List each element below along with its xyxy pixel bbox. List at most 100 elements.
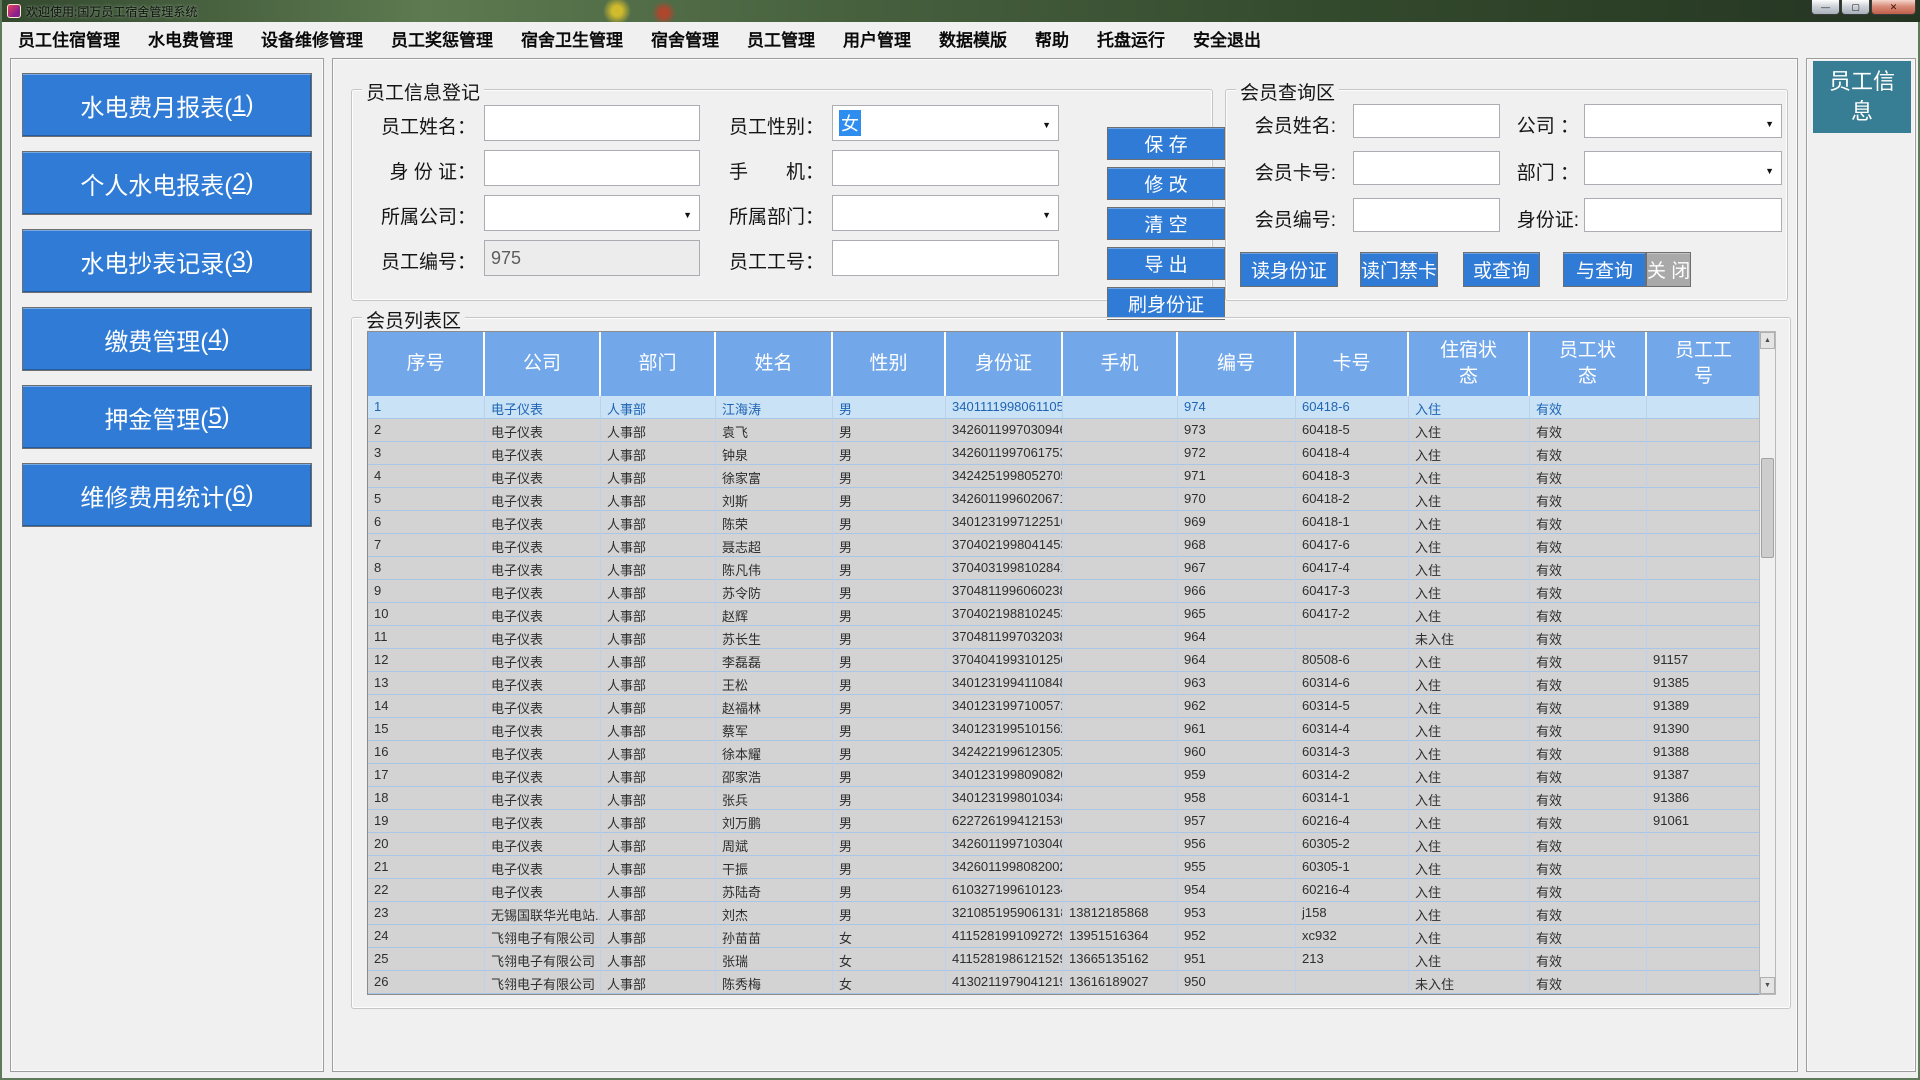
query-dept-combo[interactable]: ▼ xyxy=(1584,151,1782,185)
chevron-down-icon[interactable]: ▼ xyxy=(1765,166,1774,176)
window-title: 欢迎使用:国万员工宿舍管理系统 xyxy=(26,3,197,20)
query-action-button[interactable]: 或查询 xyxy=(1463,252,1540,287)
table-row[interactable]: 1 电子仪表 人事部 江海涛 男 3401111998061105... 974… xyxy=(368,396,1775,419)
column-header-company[interactable]: 公司 xyxy=(485,332,601,396)
menu-item[interactable]: 员工管理 xyxy=(733,24,829,52)
menu-item[interactable]: 用户管理 xyxy=(829,24,925,52)
table-row[interactable]: 9 电子仪表 人事部 苏令防 男 3704811996060238... 966… xyxy=(368,580,1775,603)
table-row[interactable]: 17 电子仪表 人事部 邵家浩 男 3401231998090820... 95… xyxy=(368,764,1775,787)
column-header-dept[interactable]: 部门 xyxy=(601,332,716,396)
form-action-button[interactable]: 导 出 xyxy=(1107,247,1225,280)
form-action-button[interactable]: 清 空 xyxy=(1107,207,1225,240)
menu-item[interactable]: 数据模版 xyxy=(925,24,1021,52)
minimize-button[interactable]: — xyxy=(1811,0,1840,15)
company-combo[interactable]: ▼ xyxy=(484,195,700,231)
chevron-down-icon[interactable]: ▼ xyxy=(1042,210,1051,220)
close-window-button[interactable]: ✕ xyxy=(1871,0,1916,15)
column-header-idcard[interactable]: 身份证 xyxy=(946,332,1063,396)
sidebar-button[interactable]: 押金管理(5) xyxy=(22,385,312,449)
gender-combo[interactable]: 女 ▼ xyxy=(832,105,1059,141)
table-row[interactable]: 18 电子仪表 人事部 张兵 男 3401231998010348... 958… xyxy=(368,787,1775,810)
right-panel: 员工信息 xyxy=(1806,58,1916,1072)
member-number-input[interactable] xyxy=(1353,198,1500,232)
sidebar-button[interactable]: 维修费用统计(6) xyxy=(22,463,312,527)
sidebar-button[interactable]: 水电费月报表(1) xyxy=(22,73,312,137)
table-row[interactable]: 4 电子仪表 人事部 徐家富 男 3424251998052705... 971… xyxy=(368,465,1775,488)
phone-input[interactable] xyxy=(832,150,1059,186)
table-row[interactable]: 5 电子仪表 人事部 刘斯 男 3426011996020671... 970 … xyxy=(368,488,1775,511)
column-header-stay[interactable]: 住宿状 态 xyxy=(1409,332,1530,396)
table-row[interactable]: 16 电子仪表 人事部 徐本耀 男 3424221996123052... 96… xyxy=(368,741,1775,764)
chevron-down-icon[interactable]: ▼ xyxy=(1765,119,1774,129)
column-header-index[interactable]: 序号 xyxy=(368,332,485,396)
table-row[interactable]: 10 电子仪表 人事部 赵辉 男 3704021988102453... 965… xyxy=(368,603,1775,626)
table-row[interactable]: 12 电子仪表 人事部 李磊磊 男 3704041993101250... 96… xyxy=(368,649,1775,672)
employee-info-button[interactable]: 员工信息 xyxy=(1813,61,1911,133)
table-row[interactable]: 20 电子仪表 人事部 周斌 男 3426011997103040... 956… xyxy=(368,833,1775,856)
query-id-input[interactable] xyxy=(1584,198,1782,232)
form-action-button[interactable]: 刷身份证 xyxy=(1107,287,1225,320)
chevron-down-icon[interactable]: ▼ xyxy=(1042,120,1051,130)
table-row[interactable]: 3 电子仪表 人事部 钟泉 男 3426011997061753... 972 … xyxy=(368,442,1775,465)
dept-combo[interactable]: ▼ xyxy=(832,195,1059,231)
table-row[interactable]: 23 无锡国联华光电站... 人事部 刘杰 男 3210851959061318… xyxy=(368,902,1775,925)
phone-label: 手 机： xyxy=(712,157,824,184)
workno-input[interactable] xyxy=(832,240,1059,276)
app-icon xyxy=(7,4,21,18)
query-action-button[interactable]: 与查询 xyxy=(1563,252,1646,287)
scroll-up-icon[interactable]: ▲ xyxy=(1760,332,1775,349)
menu-item[interactable]: 托盘运行 xyxy=(1083,24,1179,52)
column-header-card[interactable]: 卡号 xyxy=(1296,332,1409,396)
column-header-status[interactable]: 员工状 态 xyxy=(1530,332,1647,396)
menu-item[interactable]: 宿舍管理 xyxy=(637,24,733,52)
table-vertical-scrollbar[interactable]: ▲ ▼ xyxy=(1759,331,1776,995)
maximize-button[interactable]: ▢ xyxy=(1841,0,1870,15)
form-action-button[interactable]: 修 改 xyxy=(1107,167,1225,200)
sidebar-button[interactable]: 个人水电报表(2) xyxy=(22,151,312,215)
menu-item[interactable]: 设备维修管理 xyxy=(247,24,377,52)
menu-item[interactable]: 员工住宿管理 xyxy=(4,24,134,52)
table-row[interactable]: 2 电子仪表 人事部 袁飞 男 3426011997030946... 973 … xyxy=(368,419,1775,442)
form-action-button[interactable]: 保 存 xyxy=(1107,127,1225,160)
member-card-input[interactable] xyxy=(1353,151,1500,185)
scroll-down-icon[interactable]: ▼ xyxy=(1760,977,1775,994)
menu-item[interactable]: 帮助 xyxy=(1021,24,1083,52)
menu-item[interactable]: 员工奖惩管理 xyxy=(377,24,507,52)
table-header-row: 序号 公司 部门 姓名 性别 身份证 手机 编号 卡号 住宿状 态 员工状 态 … xyxy=(368,332,1775,396)
menu-item[interactable]: 安全退出 xyxy=(1179,24,1275,52)
table-row[interactable]: 21 电子仪表 人事部 干振 男 3426011998082002... 955… xyxy=(368,856,1775,879)
table-row[interactable]: 25 飞翎电子有限公司 人事部 张瑞 女 4115281986121529...… xyxy=(368,948,1775,971)
scrollbar-thumb[interactable] xyxy=(1761,458,1774,558)
table-row[interactable]: 22 电子仪表 人事部 苏陆奇 男 6103271996101234... 95… xyxy=(368,879,1775,902)
column-header-workno[interactable]: 员工工 号 xyxy=(1647,332,1760,396)
table-row[interactable]: 26 飞翎电子有限公司 人事部 陈秀梅 女 4130211979041219..… xyxy=(368,971,1775,994)
query-action-button[interactable]: 关 闭 xyxy=(1646,252,1691,287)
column-header-number[interactable]: 编号 xyxy=(1178,332,1296,396)
table-row[interactable]: 14 电子仪表 人事部 赵福林 男 3401231997100572... 96… xyxy=(368,695,1775,718)
employee-number-label: 员工编号： xyxy=(364,247,476,274)
member-query-title: 会员查询区 xyxy=(1236,78,1339,105)
menu-item[interactable]: 宿舍卫生管理 xyxy=(507,24,637,52)
menu-item[interactable]: 水电费管理 xyxy=(134,24,247,52)
chevron-down-icon[interactable]: ▼ xyxy=(683,210,692,220)
table-row[interactable]: 8 电子仪表 人事部 陈凡伟 男 3704031998102841... 967… xyxy=(368,557,1775,580)
column-header-phone[interactable]: 手机 xyxy=(1063,332,1178,396)
query-action-button[interactable]: 读门禁卡 xyxy=(1360,252,1438,287)
sidebar-button[interactable]: 缴费管理(4) xyxy=(22,307,312,371)
employee-name-input[interactable] xyxy=(484,105,700,141)
table-row[interactable]: 13 电子仪表 人事部 王松 男 3401231994110848... 963… xyxy=(368,672,1775,695)
query-action-button[interactable]: 读身份证 xyxy=(1240,252,1338,287)
query-company-combo[interactable]: ▼ xyxy=(1584,104,1782,138)
column-header-name[interactable]: 姓名 xyxy=(716,332,833,396)
table-row[interactable]: 24 飞翎电子有限公司 人事部 孙苗苗 女 4115281991092729..… xyxy=(368,925,1775,948)
column-header-gender[interactable]: 性别 xyxy=(833,332,946,396)
sidebar-button[interactable]: 水电抄表记录(3) xyxy=(22,229,312,293)
table-row[interactable]: 11 电子仪表 人事部 苏长生 男 3704811997032038... 96… xyxy=(368,626,1775,649)
workno-label: 员工工号： xyxy=(712,247,824,274)
idcard-input[interactable] xyxy=(484,150,700,186)
member-name-input[interactable] xyxy=(1353,104,1500,138)
table-row[interactable]: 6 电子仪表 人事部 陈荣 男 3401231997122516... 969 … xyxy=(368,511,1775,534)
table-row[interactable]: 15 电子仪表 人事部 蔡军 男 3401231995101562... 961… xyxy=(368,718,1775,741)
table-row[interactable]: 19 电子仪表 人事部 刘万鹏 男 6227261994121530... 95… xyxy=(368,810,1775,833)
table-row[interactable]: 7 电子仪表 人事部 聂志超 男 3704021998041453... 968… xyxy=(368,534,1775,557)
